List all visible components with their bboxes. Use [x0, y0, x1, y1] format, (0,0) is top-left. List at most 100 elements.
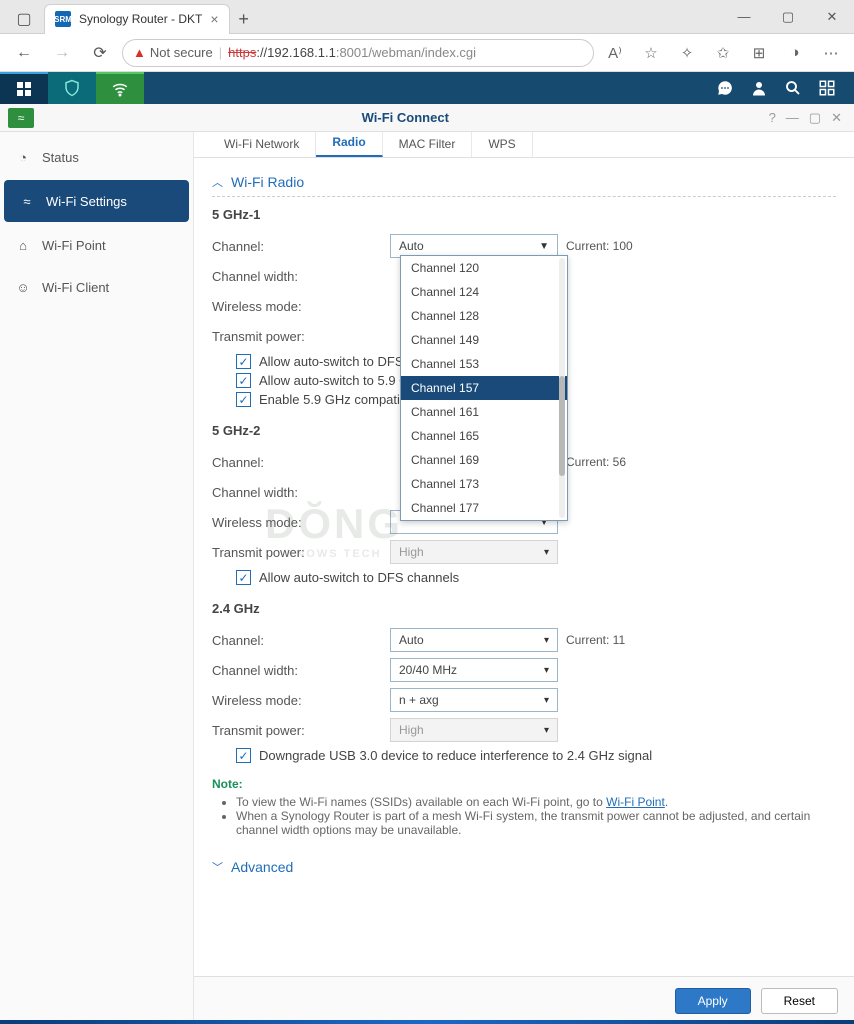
- section-advanced-toggle[interactable]: ﹀ Advanced: [212, 853, 836, 881]
- search-icon[interactable]: [780, 75, 806, 101]
- channel-dropdown[interactable]: Channel 120 Channel 124 Channel 128 Chan…: [400, 255, 568, 521]
- sidebar-item-wifi-settings[interactable]: ≈ Wi-Fi Settings: [4, 180, 189, 222]
- chevron-down-icon: ▼: [539, 241, 549, 252]
- wifi-icon: ≈: [18, 192, 36, 210]
- window-wifi-icon: ≈: [8, 108, 34, 128]
- current-24ghz-channel: Current: 11: [566, 633, 625, 647]
- section-24ghz-title: 2.4 GHz: [212, 601, 836, 616]
- dropdown-item[interactable]: Channel 128: [401, 304, 567, 328]
- dropdown-scrollbar-thumb[interactable]: [559, 376, 565, 476]
- tab-radio[interactable]: Radio: [316, 132, 382, 157]
- widgets-icon[interactable]: [814, 75, 840, 101]
- chevron-down-icon: ﹀: [212, 859, 223, 875]
- select-24ghz-channel[interactable]: Auto▾: [390, 628, 558, 652]
- refresh-button[interactable]: ⟳: [84, 37, 116, 69]
- label-transmit-power: Transmit power:: [212, 329, 390, 344]
- url-host: ://192.168.1.1: [256, 45, 336, 60]
- sidebar-item-label: Wi-Fi Settings: [46, 194, 127, 209]
- sidebar-item-wifi-point[interactable]: ⌂ Wi-Fi Point: [0, 224, 193, 266]
- select-24ghz-mode[interactable]: n + axg▾: [390, 688, 558, 712]
- extensions-icon[interactable]: ✧: [672, 38, 702, 68]
- label-transmit-power: Transmit power:: [212, 723, 390, 738]
- bottom-accent: [0, 1020, 854, 1024]
- check-icon: ✓: [236, 392, 251, 407]
- browser-tab[interactable]: SRM Synology Router - DKT ×: [44, 4, 230, 34]
- app-grid-icon[interactable]: [0, 72, 48, 104]
- dropdown-item[interactable]: Channel 124: [401, 280, 567, 304]
- address-bar[interactable]: ▲ Not secure | https://192.168.1.1:8001/…: [122, 39, 594, 67]
- back-button[interactable]: ←: [8, 37, 40, 69]
- dropdown-item[interactable]: Channel 149: [401, 328, 567, 352]
- favorites-bar-icon[interactable]: ✩: [708, 38, 738, 68]
- minimize-button[interactable]: —: [722, 2, 766, 32]
- url-path: :8001/webman/index.cgi: [336, 45, 476, 60]
- section-header: Advanced: [231, 859, 293, 875]
- dropdown-item[interactable]: Channel 153: [401, 352, 567, 376]
- chevron-down-icon: ▾: [544, 695, 549, 706]
- section-5ghz1-title: 5 GHz-1: [212, 207, 836, 222]
- dropdown-item[interactable]: Channel 173: [401, 472, 567, 496]
- label-wireless-mode: Wireless mode:: [212, 299, 390, 314]
- app-shield-icon[interactable]: [48, 72, 96, 104]
- label-wireless-mode: Wireless mode:: [212, 693, 390, 708]
- label-wireless-mode: Wireless mode:: [212, 515, 390, 530]
- apply-button[interactable]: Apply: [675, 988, 751, 1014]
- app-wifi-icon[interactable]: [96, 72, 144, 104]
- chevron-down-icon: ▾: [544, 635, 549, 646]
- window-header: ≈ Wi-Fi Connect ? — ▢ ✕: [0, 104, 854, 132]
- forward-button[interactable]: →: [46, 37, 78, 69]
- sidebar-item-label: Status: [42, 150, 79, 165]
- chevron-up-icon: ︿: [212, 174, 223, 190]
- checkbox-downgrade-usb3[interactable]: ✓Downgrade USB 3.0 device to reduce inte…: [236, 748, 836, 763]
- select-24ghz-width[interactable]: 20/40 MHz▾: [390, 658, 558, 682]
- tab-mac-filter[interactable]: MAC Filter: [383, 132, 473, 157]
- synology-appbar: [0, 72, 854, 104]
- dropdown-item-selected[interactable]: Channel 157: [401, 376, 567, 400]
- profile-icon[interactable]: ◑: [780, 38, 810, 68]
- sidebar-item-label: Wi-Fi Point: [42, 238, 106, 253]
- people-icon: ☺: [14, 278, 32, 296]
- win-minimize-icon[interactable]: —: [786, 110, 799, 126]
- tab-actions-icon[interactable]: ▢: [8, 4, 40, 34]
- note-block: Note: To view the Wi-Fi names (SSIDs) av…: [212, 777, 836, 837]
- favorite-icon[interactable]: ☆: [636, 38, 666, 68]
- window-title: Wi-Fi Connect: [42, 110, 769, 125]
- reset-button[interactable]: Reset: [761, 988, 838, 1014]
- tab-wifi-network[interactable]: Wi-Fi Network: [208, 132, 316, 157]
- chevron-down-icon: ▾: [544, 725, 549, 736]
- checkbox-dfs-5ghz2[interactable]: ✓Allow auto-switch to DFS channels: [236, 570, 836, 585]
- dropdown-item[interactable]: Channel 120: [401, 256, 567, 280]
- label-channel-width: Channel width:: [212, 663, 390, 678]
- tabs: Wi-Fi Network Radio MAC Filter WPS: [194, 132, 854, 158]
- label-transmit-power: Transmit power:: [212, 545, 390, 560]
- sidebar-item-status[interactable]: ◔ Status: [0, 136, 193, 178]
- dropdown-item[interactable]: Channel 165: [401, 424, 567, 448]
- dropdown-item[interactable]: Channel 161: [401, 400, 567, 424]
- collections-icon[interactable]: ⊞: [744, 38, 774, 68]
- user-icon[interactable]: [746, 75, 772, 101]
- favicon-icon: SRM: [55, 11, 71, 27]
- check-icon: ✓: [236, 748, 251, 763]
- check-icon: ✓: [236, 373, 251, 388]
- check-icon: ✓: [236, 570, 251, 585]
- sidebar-item-wifi-client[interactable]: ☺ Wi-Fi Client: [0, 266, 193, 308]
- label-channel-width: Channel width:: [212, 269, 390, 284]
- new-tab-button[interactable]: +: [230, 6, 258, 34]
- section-wifi-radio-toggle[interactable]: ︿ Wi-Fi Radio: [212, 168, 836, 197]
- label-channel: Channel:: [212, 633, 390, 648]
- chat-icon[interactable]: [712, 75, 738, 101]
- win-maximize-icon[interactable]: ▢: [809, 110, 821, 126]
- read-aloud-icon[interactable]: A⁾: [600, 38, 630, 68]
- maximize-button[interactable]: ▢: [766, 2, 810, 32]
- browser-toolbar: ← → ⟳ ▲ Not secure | https://192.168.1.1…: [0, 34, 854, 72]
- close-tab-icon[interactable]: ×: [210, 11, 218, 27]
- win-close-icon[interactable]: ✕: [831, 110, 842, 126]
- tab-wps[interactable]: WPS: [472, 132, 532, 157]
- dropdown-item[interactable]: Channel 177: [401, 496, 567, 520]
- wifi-point-link[interactable]: Wi-Fi Point: [606, 795, 665, 809]
- help-icon[interactable]: ?: [769, 110, 776, 126]
- menu-icon[interactable]: ⋯: [816, 38, 846, 68]
- dropdown-item[interactable]: Channel 169: [401, 448, 567, 472]
- close-window-button[interactable]: ✕: [810, 2, 854, 32]
- footer: Apply Reset: [194, 976, 854, 1024]
